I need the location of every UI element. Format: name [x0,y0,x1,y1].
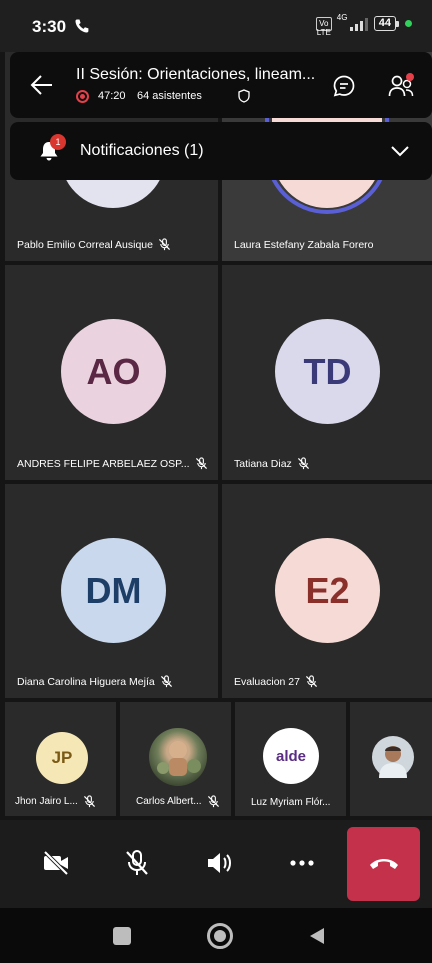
status-bar: 3:30 Vo LTE 4G 44 [0,0,432,52]
participant-name-row: Evaluacion 27 [234,675,318,688]
participant-tile[interactable]: AO ANDRES FELIPE ARBELAEZ OSP... [5,265,218,480]
battery-level: 44 [373,16,396,31]
avatar-initials: JP [51,748,73,767]
participant-name-row: Tatiana Diaz [234,457,310,470]
figurine-photo [157,741,201,776]
participant-name-row: Laura Estefany Zabala Forero [234,239,374,251]
participant-name: Pablo Emilio Correal Ausique [17,238,153,251]
more-options-button[interactable] [283,844,321,882]
avatar-logo-text: alde [275,747,306,765]
participant-grid: Pablo Emilio Correal Ausique Laura Estef… [0,52,432,907]
avatar-initials: DM [85,569,142,611]
network-indicator: 4G [337,13,368,31]
notifications-bar[interactable]: 1 Notificaciones (1) [10,122,432,180]
avatar: E2 [275,538,380,643]
more-icon [290,860,314,866]
participant-name-row: Luz Myriam Flór... [251,797,330,808]
meeting-title[interactable]: II Sesión: Orientaciones, lineam... [76,66,320,84]
mic-off-icon [126,850,148,875]
home-button[interactable] [207,923,233,949]
participant-name-row: Pablo Emilio Correal Ausique [17,238,171,251]
back-triangle-icon[interactable] [308,926,326,946]
logo-avatar: alde [263,728,319,784]
participant-name-row: Carlos Albert... [136,795,220,808]
leave-call-button[interactable] [347,827,420,901]
mic-off-icon [83,795,95,808]
avatar: DM [61,538,166,643]
participant-name: Diana Carolina Higuera Mejía [17,675,155,688]
privacy-indicator-icon [405,20,412,27]
participant-name: Tatiana Diaz [234,457,292,470]
volte-icon: Vo LTE [315,16,332,37]
signal-icon [349,17,368,31]
shield-icon [238,89,250,103]
status-time: 3:30 [32,17,67,36]
people-icon[interactable] [387,72,415,100]
battery-icon: 44 [373,16,399,31]
camera-off-icon [43,850,69,876]
camera-toggle-button[interactable] [37,844,75,882]
mic-off-icon [207,795,219,808]
chat-icon[interactable] [332,74,356,98]
photo-avatar [149,728,207,786]
participant-name-row: ANDRES FELIPE ARBELAEZ OSP... [17,457,208,470]
participant-name: Luz Myriam Flór... [251,797,331,808]
avatar: JP [36,732,88,784]
avatar-initials: TD [303,350,352,392]
recording-icon [76,90,89,103]
call-controls [0,820,432,908]
attendee-count: 64 asistentes [137,90,202,102]
avatar: AO [61,319,166,424]
system-nav-bar [0,908,432,963]
person-photo [379,746,407,778]
photo-avatar [372,736,414,778]
mic-off-icon [297,457,309,470]
participant-tile[interactable]: E2 Evaluacion 27 [222,484,432,698]
meeting-header: II Sesión: Orientaciones, lineam... 47:2… [10,52,432,118]
network-type: 4G [336,12,348,22]
participant-name: Carlos Albert... [136,796,202,807]
participant-tile[interactable]: DM Diana Carolina Higuera Mejía [5,484,218,698]
avatar: TD [275,319,380,424]
participant-name: Laura Estefany Zabala Forero [234,239,374,251]
participant-name-row: Diana Carolina Higuera Mejía [17,675,173,688]
participant-name: Jhon Jairo L... [15,796,78,807]
speaker-icon [208,853,231,873]
participant-tile[interactable]: TD Tatiana Diaz [222,265,432,480]
mic-off-icon [195,457,207,470]
recents-button[interactable] [113,927,131,945]
mic-off-icon [160,675,172,688]
participant-tile-small[interactable]: JP Jhon Jairo L... [5,702,116,816]
mic-off-icon [158,238,171,251]
participant-name: ANDRES FELIPE ARBELAEZ OSP... [17,457,190,470]
participant-name: Evaluacion 27 [234,675,300,688]
notification-badge: 1 [50,134,66,150]
participant-tile-small[interactable]: Carlos Albert... [120,702,231,816]
back-arrow-icon[interactable] [30,74,54,96]
meeting-duration: 47:20 [98,90,126,102]
status-icons: Vo LTE 4G 44 [315,13,412,37]
speaker-button[interactable] [200,844,238,882]
mic-off-icon [305,675,318,688]
participant-tile-small[interactable] [350,702,432,816]
participant-name-row: Jhon Jairo L... [15,795,96,808]
notifications-label: Notificaciones (1) [80,142,204,159]
phone-call-icon [75,19,89,33]
chevron-down-icon[interactable] [390,144,410,158]
avatar-initials: AO [86,350,141,392]
avatar-initials: E2 [305,569,350,611]
participant-tile-small[interactable]: alde Luz Myriam Flór... [235,702,346,816]
hang-up-icon [369,859,398,869]
home-icon [214,930,226,942]
mic-toggle-button[interactable] [118,844,156,882]
